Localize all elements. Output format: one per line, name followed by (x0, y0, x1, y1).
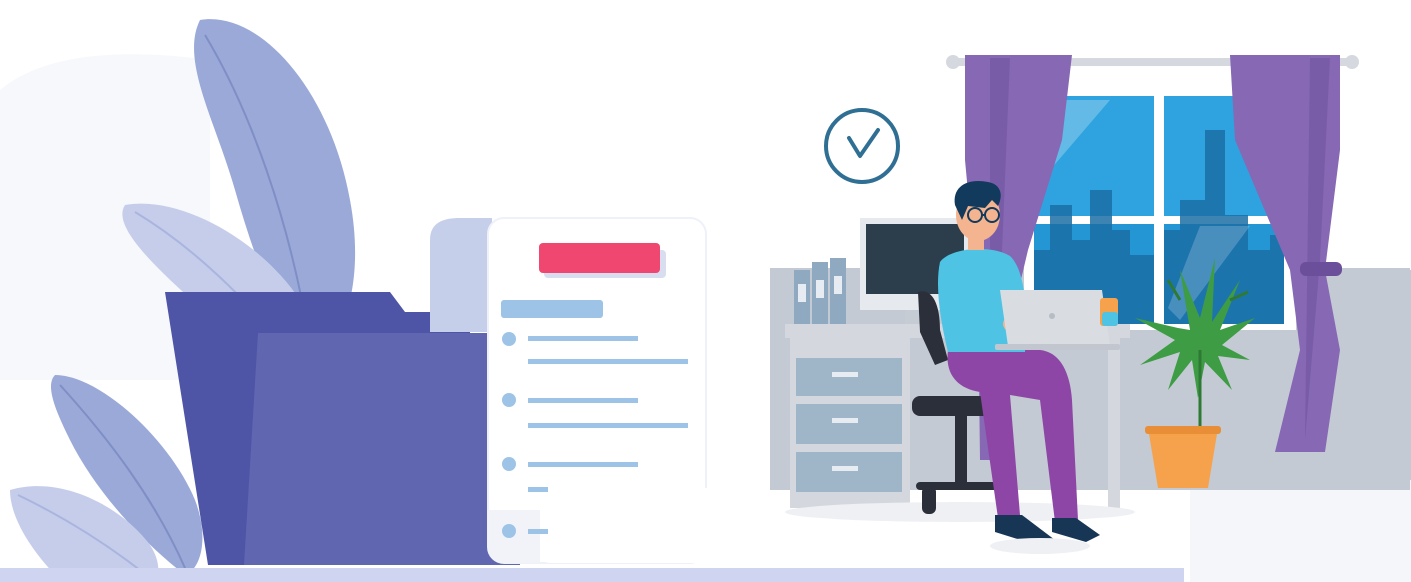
clock-icon (824, 108, 900, 184)
laptop-icon (995, 290, 1120, 350)
folder-icon (165, 292, 520, 565)
floor-shadow (990, 538, 1090, 554)
office-illustration (0, 0, 1411, 582)
floor-bar (0, 568, 1184, 582)
